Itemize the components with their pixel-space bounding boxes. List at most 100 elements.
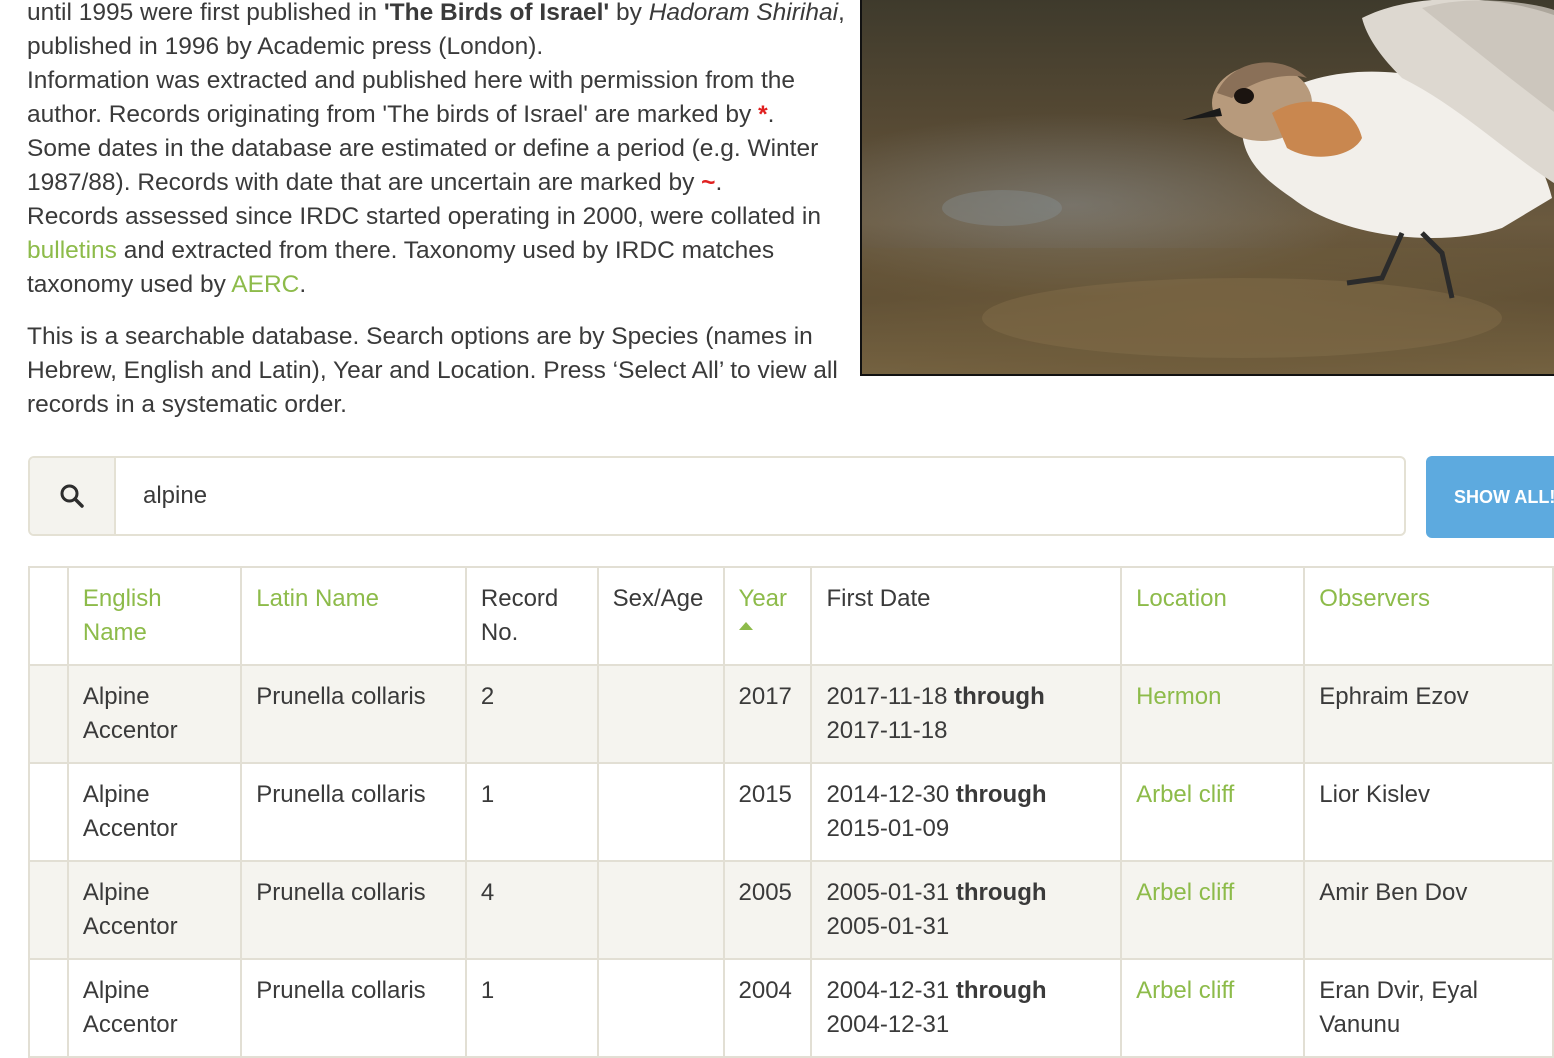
date-to: 2005-01-31 [826, 913, 950, 940]
search-bar [28, 456, 1406, 536]
intro-segment: . [299, 271, 307, 298]
through-label: through [955, 977, 1047, 1004]
header-year[interactable]: Year [722, 566, 813, 666]
search-icon [60, 484, 84, 508]
location-link[interactable]: Arbel cliff [1136, 781, 1234, 808]
through-label: through [954, 683, 1045, 710]
cell-latin-name: Prunella collaris [240, 762, 467, 862]
search-input[interactable] [116, 458, 1404, 534]
cell-first-date: 2014-12-30 through 2015-01-09 [810, 762, 1123, 862]
intro-segment: taxonomy used by [27, 271, 232, 298]
cell-observers: Eran Dvir, Eyal Vanunu [1303, 958, 1554, 1058]
cell-sex-age [596, 762, 725, 862]
date-from: 2005-01-31 [826, 879, 950, 906]
intro-segment: , [838, 0, 845, 26]
date-to: 2015-01-09 [826, 815, 950, 842]
cell-record-no: 4 [464, 860, 599, 960]
intro-line: Some dates in the database are estimated… [27, 135, 819, 162]
cell-english-name: Alpine Accentor [66, 860, 243, 960]
bird-photo [860, 0, 1554, 376]
cell-latin-name: Prunella collaris [240, 860, 467, 960]
date-from: 2017-11-18 [826, 683, 948, 710]
header-year-label: Year [738, 585, 788, 612]
row-spacer [28, 860, 69, 960]
cell-first-date: 2004-12-31 through 2004-12-31 [810, 958, 1123, 1058]
cell-location: Arbel cliff [1120, 762, 1306, 862]
search-icon-box[interactable] [30, 458, 116, 534]
cell-first-date: 2017-11-18 through 2017-11-18 [810, 664, 1123, 764]
cell-year: 2005 [722, 860, 813, 960]
aerc-link[interactable]: AERC [231, 271, 299, 298]
table-row: Alpine Accentor Prunella collaris 4 2005… [28, 860, 1554, 960]
intro-line: 1987/88). Records with date that are unc… [27, 166, 857, 200]
intro-segment: . [715, 169, 723, 196]
cell-observers: Lior Kislev [1303, 762, 1554, 862]
cell-record-no: 1 [464, 958, 599, 1058]
cell-year: 2004 [722, 958, 813, 1058]
through-label: through [955, 781, 1047, 808]
location-link[interactable]: Hermon [1136, 683, 1221, 710]
sort-ascending-icon [738, 622, 753, 630]
header-spacer [28, 566, 69, 666]
cell-english-name: Alpine Accentor [66, 958, 243, 1058]
search-description: This is a searchable database. Search op… [27, 323, 838, 418]
intro-line: published in 1996 by Academic press (Lon… [27, 33, 544, 60]
row-spacer [28, 762, 69, 862]
table-row: Alpine Accentor Prunella collaris 1 2015… [28, 762, 1554, 862]
location-link[interactable]: Arbel cliff [1136, 977, 1234, 1004]
cell-location: Arbel cliff [1120, 958, 1306, 1058]
intro-segment: by [609, 0, 649, 26]
header-english-name[interactable]: English Name [66, 566, 243, 666]
author-name: Hadoram Shirihai [648, 0, 839, 26]
date-from: 2004-12-31 [826, 977, 950, 1004]
cell-observers: Ephraim Ezov [1303, 664, 1554, 764]
row-spacer [28, 664, 69, 764]
header-observers[interactable]: Observers [1303, 566, 1554, 666]
table-header-row: English Name Latin Name Record No. Sex/A… [28, 566, 1554, 666]
cell-sex-age [596, 860, 725, 960]
header-first-date: First Date [810, 566, 1123, 666]
intro-line: taxonomy used by AERC. [27, 268, 857, 302]
cell-location: Hermon [1120, 664, 1306, 764]
intro-line: author. Records originating from 'The bi… [27, 98, 857, 132]
cell-latin-name: Prunella collaris [240, 958, 467, 1058]
intro-segment: until 1995 were first published in [27, 0, 384, 26]
header-sex-age: Sex/Age [596, 566, 725, 666]
intro-segment: . [767, 101, 775, 128]
cell-record-no: 1 [464, 762, 599, 862]
cell-year: 2017 [722, 664, 813, 764]
intro-line: Records assessed since IRDC started oper… [27, 203, 821, 230]
location-link[interactable]: Arbel cliff [1136, 879, 1234, 906]
row-spacer [28, 958, 69, 1058]
intro-line: Information was extracted and published … [27, 67, 796, 94]
asterisk-mark: * [758, 101, 768, 128]
cell-english-name: Alpine Accentor [66, 762, 243, 862]
header-location[interactable]: Location [1120, 566, 1306, 666]
plover-illustration [862, 0, 1554, 374]
tilde-mark: ~ [701, 169, 716, 196]
intro-text: until 1995 were first published in 'The … [27, 0, 857, 422]
bulletins-link[interactable]: bulletins [27, 237, 117, 264]
intro-line: until 1995 were first published in 'The … [27, 0, 857, 30]
cell-sex-age [596, 664, 725, 764]
header-latin-name[interactable]: Latin Name [240, 566, 467, 666]
date-to: 2017-11-18 [826, 717, 948, 744]
intro-line: bulletins and extracted from there. Taxo… [27, 234, 857, 268]
show-all-button[interactable]: SHOW ALL! [1426, 456, 1554, 538]
intro-segment: author. Records originating from 'The bi… [27, 101, 759, 128]
cell-observers: Amir Ben Dov [1303, 860, 1554, 960]
cell-first-date: 2005-01-31 through 2005-01-31 [810, 860, 1123, 960]
cell-record-no: 2 [464, 664, 599, 764]
cell-location: Arbel cliff [1120, 860, 1306, 960]
cell-english-name: Alpine Accentor [66, 664, 243, 764]
date-from: 2014-12-30 [826, 781, 950, 808]
through-label: through [955, 879, 1047, 906]
intro-segment: and extracted from there. Taxonomy used … [116, 237, 775, 264]
cell-year: 2015 [722, 762, 813, 862]
intro-segment: 1987/88). Records with date that are unc… [27, 169, 702, 196]
cell-sex-age [596, 958, 725, 1058]
table-row: Alpine Accentor Prunella collaris 2 2017… [28, 664, 1554, 764]
records-table: English Name Latin Name Record No. Sex/A… [28, 566, 1554, 1058]
book-title: 'The Birds of Israel' [383, 0, 610, 26]
date-to: 2004-12-31 [826, 1011, 950, 1038]
